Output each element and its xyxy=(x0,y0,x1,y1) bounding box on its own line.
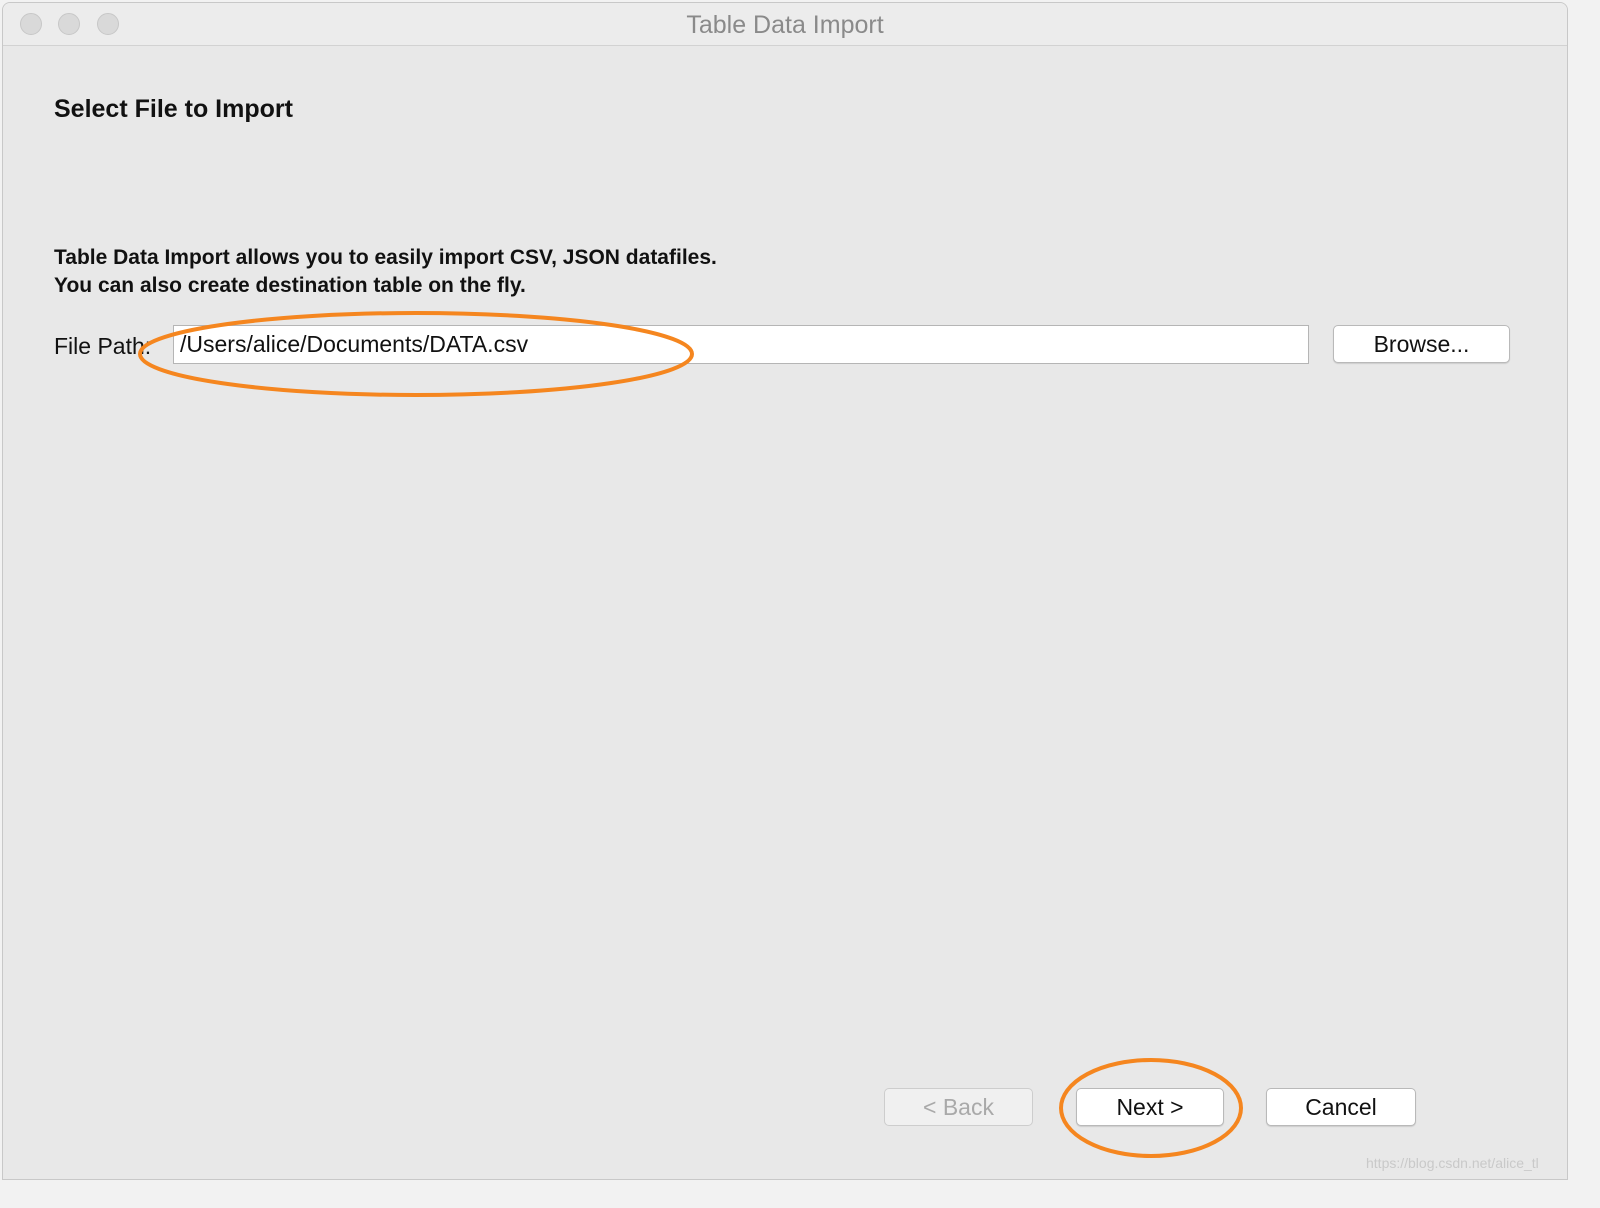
browse-button[interactable]: Browse... xyxy=(1333,325,1510,363)
background-edge xyxy=(1568,0,1600,1208)
page-heading: Select File to Import xyxy=(54,95,293,123)
file-path-label: File Path: xyxy=(54,333,152,359)
watermark-text: https://blog.csdn.net/alice_tl xyxy=(1366,1155,1539,1171)
title-bar: Table Data Import xyxy=(3,3,1567,46)
description-line-1: Table Data Import allows you to easily i… xyxy=(54,246,717,269)
window-title: Table Data Import xyxy=(686,11,884,39)
import-wizard-window: Table Data Import Select File to Import … xyxy=(2,2,1568,1180)
back-button[interactable]: < Back xyxy=(884,1088,1033,1126)
cancel-button[interactable]: Cancel xyxy=(1266,1088,1416,1126)
description-line-2: You can also create destination table on… xyxy=(54,274,526,297)
next-button[interactable]: Next > xyxy=(1076,1088,1224,1126)
file-path-input[interactable] xyxy=(173,325,1309,364)
description-text: Table Data Import allows you to easily i… xyxy=(54,244,717,300)
